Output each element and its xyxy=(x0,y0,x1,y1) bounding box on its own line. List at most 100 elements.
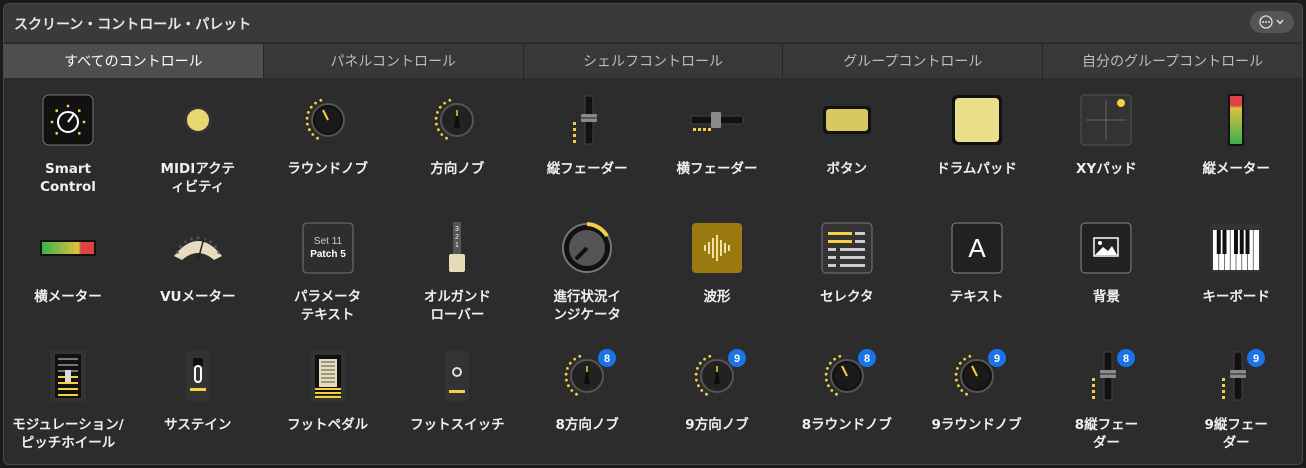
palette-item-keyboard[interactable]: キーボード xyxy=(1172,212,1300,332)
palette-item-background-image[interactable]: 背景 xyxy=(1042,212,1170,332)
palette-item-vertical-fader-9[interactable]: 9 9縦フェー ダー xyxy=(1172,340,1300,460)
direction-knob-icon xyxy=(393,92,521,148)
waveform-icon xyxy=(653,220,781,276)
mod-pitch-wheel-icon xyxy=(4,348,132,404)
palette-item-round-knob[interactable]: ラウンドノブ xyxy=(264,84,392,204)
palette-item-label: 8方向ノブ xyxy=(555,417,619,433)
ellipsis-icon xyxy=(1259,15,1273,29)
direction-knob-8-icon: 8 xyxy=(523,348,651,404)
palette-item-label: セレクタ xyxy=(820,289,874,305)
palette-item-mod-pitch-wheel[interactable]: モジュレーション/ ピッチホイール xyxy=(4,340,132,460)
palette-item-label: ボタン xyxy=(826,161,868,177)
palette-item-label: 縦メーター xyxy=(1202,161,1270,177)
palette-item-direction-knob[interactable]: 方向ノブ xyxy=(393,84,521,204)
round-knob-8-icon: 8 xyxy=(783,348,911,404)
svg-text:8: 8 xyxy=(1123,353,1129,365)
horizontal-fader-icon xyxy=(653,92,781,148)
direction-knob-9-icon: 9 xyxy=(653,348,781,404)
palette-item-label: VUメーター xyxy=(160,289,236,305)
palette-item-foot-switch[interactable]: フットスイッチ xyxy=(393,340,521,460)
palette-item-round-knob-9[interactable]: 9 9ラウンドノブ xyxy=(913,340,1041,460)
palette-item-label: 波形 xyxy=(703,289,731,305)
keyboard-icon xyxy=(1172,220,1300,276)
palette-item-organ-drawbar[interactable]: 3 2 1 オルガンド ローバー xyxy=(393,212,521,332)
palette-item-round-knob-8[interactable]: 8 8ラウンドノブ xyxy=(783,340,911,460)
smart-control-icon xyxy=(4,92,132,148)
text-icon: A xyxy=(913,220,1041,276)
palette-item-button[interactable]: ボタン xyxy=(783,84,911,204)
palette-item-label: オルガンド ローバー xyxy=(423,289,491,323)
background-image-icon xyxy=(1042,220,1170,276)
tab-0[interactable]: すべてのコントロール xyxy=(4,44,263,78)
palette-item-label: 方向ノブ xyxy=(430,161,485,177)
svg-text:8: 8 xyxy=(864,353,870,365)
palette-item-label: MIDIアクテ ィビティ xyxy=(160,161,236,195)
palette-item-drum-pad[interactable]: ドラムパッド xyxy=(913,84,1041,204)
xy-pad-icon xyxy=(1042,92,1170,148)
palette-item-sustain-pedal[interactable]: サステイン xyxy=(134,340,262,460)
palette-item-label: 進行状況イ ンジケータ xyxy=(553,289,621,323)
palette-item-label: 横メーター xyxy=(34,289,102,305)
palette-item-label: 9縦フェー ダー xyxy=(1204,417,1268,451)
parameter-text-icon: Set 11 Patch 5 xyxy=(264,220,392,276)
tab-bar: すべてのコントロール パネルコントロール シェルフコントロール グループコントロール自… xyxy=(4,44,1302,78)
palette-item-progress-indicator[interactable]: 進行状況イ ンジケータ xyxy=(523,212,651,332)
svg-text:9: 9 xyxy=(734,353,740,365)
palette-item-direction-knob-8[interactable]: 8 8方向ノブ xyxy=(523,340,651,460)
sustain-pedal-icon xyxy=(134,348,262,404)
tab-4[interactable]: 自分のグループコントロール xyxy=(1042,44,1302,78)
foot-switch-icon xyxy=(393,348,521,404)
palette-item-label: 9方向ノブ xyxy=(685,417,749,433)
palette-item-label: フットスイッチ xyxy=(410,417,505,433)
svg-text:1: 1 xyxy=(455,242,459,249)
palette-item-label: モジュレーション/ ピッチホイール xyxy=(12,417,124,451)
svg-text:Set 11: Set 11 xyxy=(314,236,343,247)
button-icon xyxy=(783,92,911,148)
palette-item-label: 8ラウンドノブ xyxy=(801,417,892,433)
palette-item-smart-control[interactable]: Smart Control xyxy=(4,84,132,204)
palette-item-horizontal-fader[interactable]: 横フェーダー xyxy=(653,84,781,204)
palette-item-label: 9ラウンドノブ xyxy=(931,417,1022,433)
palette-item-label: 縦フェーダー xyxy=(546,161,628,177)
palette-item-label: ドラムパッド xyxy=(936,161,1017,177)
svg-text:9: 9 xyxy=(1253,353,1259,365)
svg-text:9: 9 xyxy=(994,353,1000,365)
round-knob-icon xyxy=(264,92,392,148)
palette-item-vu-meter[interactable]: VUメーター xyxy=(134,212,262,332)
horizontal-meter-icon xyxy=(4,220,132,276)
palette-item-waveform[interactable]: 波形 xyxy=(653,212,781,332)
svg-text:2: 2 xyxy=(455,234,459,241)
more-options-button[interactable] xyxy=(1250,11,1294,33)
tab-3[interactable]: グループコントロール xyxy=(782,44,1042,78)
palette-item-vertical-fader[interactable]: 縦フェーダー xyxy=(523,84,651,204)
palette-item-parameter-text[interactable]: Set 11 Patch 5 パラメータ テキスト xyxy=(264,212,392,332)
palette-item-midi-activity[interactable]: MIDIアクテ ィビティ xyxy=(134,84,262,204)
palette-item-foot-pedal[interactable]: フットペダル xyxy=(264,340,392,460)
palette-item-label: テキスト xyxy=(949,289,1004,305)
palette-item-vertical-meter[interactable]: 縦メーター xyxy=(1172,84,1300,204)
vertical-fader-9-icon: 9 xyxy=(1172,348,1300,404)
screen-control-palette-window: スクリーン・コントロール・パレット すべてのコントロール パネルコントロール シェル… xyxy=(3,3,1303,465)
tab-1[interactable]: パネルコントロール xyxy=(262,44,523,78)
svg-text:A: A xyxy=(968,233,986,263)
palette-item-label: サステイン xyxy=(164,417,232,433)
vu-meter-icon xyxy=(134,220,262,276)
selector-icon xyxy=(783,220,911,276)
palette-item-label: フットペダル xyxy=(287,417,369,433)
palette-item-selector[interactable]: セレクタ xyxy=(783,212,911,332)
palette-item-label: 背景 xyxy=(1092,289,1120,305)
palette-item-text[interactable]: A テキスト xyxy=(913,212,1041,332)
chevron-down-icon xyxy=(1276,19,1284,25)
palette-item-xy-pad[interactable]: XYパッド xyxy=(1042,84,1170,204)
tab-2[interactable]: シェルフコントロール xyxy=(522,44,783,78)
drum-pad-icon xyxy=(913,92,1041,148)
title-bar: スクリーン・コントロール・パレット xyxy=(4,4,1302,42)
palette-item-label: XYパッド xyxy=(1076,161,1137,177)
palette-item-horizontal-meter[interactable]: 横メーター xyxy=(4,212,132,332)
vertical-meter-icon xyxy=(1172,92,1300,148)
palette-item-direction-knob-9[interactable]: 9 9方向ノブ xyxy=(653,340,781,460)
progress-indicator-icon xyxy=(523,220,651,276)
palette-item-label: Smart Control xyxy=(40,161,96,195)
vertical-fader-icon xyxy=(523,92,651,148)
palette-item-vertical-fader-8[interactable]: 8 8縦フェー ダー xyxy=(1042,340,1170,460)
